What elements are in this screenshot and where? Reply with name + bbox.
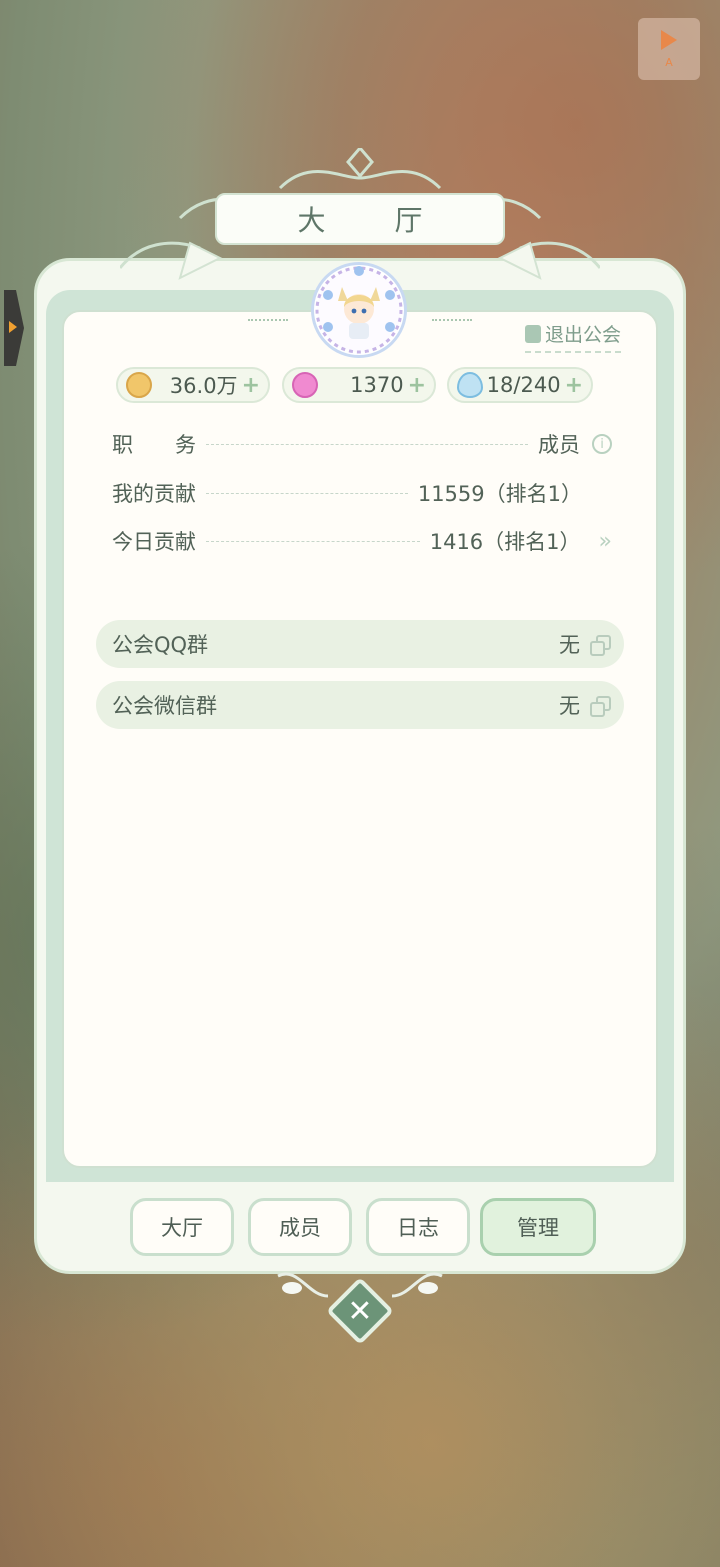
currency-flower-value: 1370 [350,373,404,397]
close-button[interactable]: ✕ [326,1277,394,1345]
copy-icon[interactable] [590,696,611,717]
exit-guild-button[interactable]: 退出公会 [525,320,622,353]
avatar[interactable] [311,262,407,358]
position-row: 职 务 成员 i [112,428,612,460]
today-contribution-value: 1416（排名1） [429,530,581,554]
guild-wechat-label: 公会微信群 [112,694,217,718]
add-flower-icon[interactable]: + [408,373,426,398]
guild-qq-label: 公会QQ群 [112,633,209,657]
pink-flower-icon [292,372,318,398]
tab-members[interactable]: 成员 [248,1198,352,1256]
avatar-portrait-icon [315,266,403,354]
exit-icon [525,324,541,343]
my-contribution-value: 11559（排名1） [417,482,582,506]
guild-qq-value: 无 [559,633,580,657]
info-icon[interactable]: i [592,434,612,454]
arrow-right-icon [9,321,17,333]
currency-water-value: 18/240 [486,373,561,397]
position-label: 职 务 [112,433,196,457]
my-contribution-row: 我的贡献 11559（排名1） [112,477,582,509]
copy-icon[interactable] [590,635,611,656]
row-leader [206,540,420,542]
tab-log[interactable]: 日志 [366,1198,470,1256]
page-title: 大 厅 [297,204,453,237]
tab-hall[interactable]: 大厅 [130,1198,234,1256]
gold-coin-icon [126,372,152,398]
row-leader [206,492,408,494]
divider-left [248,319,288,321]
my-contribution-label: 我的贡献 [112,482,196,506]
exit-guild-label: 退出公会 [545,324,622,346]
today-contribution-label: 今日贡献 [112,530,196,554]
currency-water[interactable]: 18/240 + [447,367,593,403]
currency-flower[interactable]: 1370 + [282,367,436,403]
play-icon [661,29,677,50]
guild-wechat-group-row: 公会微信群 无 [96,681,624,729]
guild-qq-group-row: 公会QQ群 无 [96,620,624,668]
currency-gold-value: 36.0万 [169,374,238,398]
divider-right [432,319,472,321]
title-ribbon: 大 厅 [215,193,505,245]
auto-play-button[interactable]: A [638,18,700,80]
double-chevron-right-icon[interactable]: » [599,529,612,554]
position-value: 成员 [538,433,580,457]
close-icon: ✕ [347,1293,373,1329]
water-drop-icon [457,372,483,398]
auto-play-label: A [665,55,673,69]
tab-manage[interactable]: 管理 [480,1198,596,1256]
guild-wechat-value: 无 [559,694,580,718]
today-contribution-row[interactable]: 今日贡献 1416（排名1） » [112,525,612,557]
currency-gold[interactable]: 36.0万 + [116,367,270,403]
row-leader [206,443,528,445]
add-water-icon[interactable]: + [565,373,583,398]
add-gold-icon[interactable]: + [242,373,260,398]
